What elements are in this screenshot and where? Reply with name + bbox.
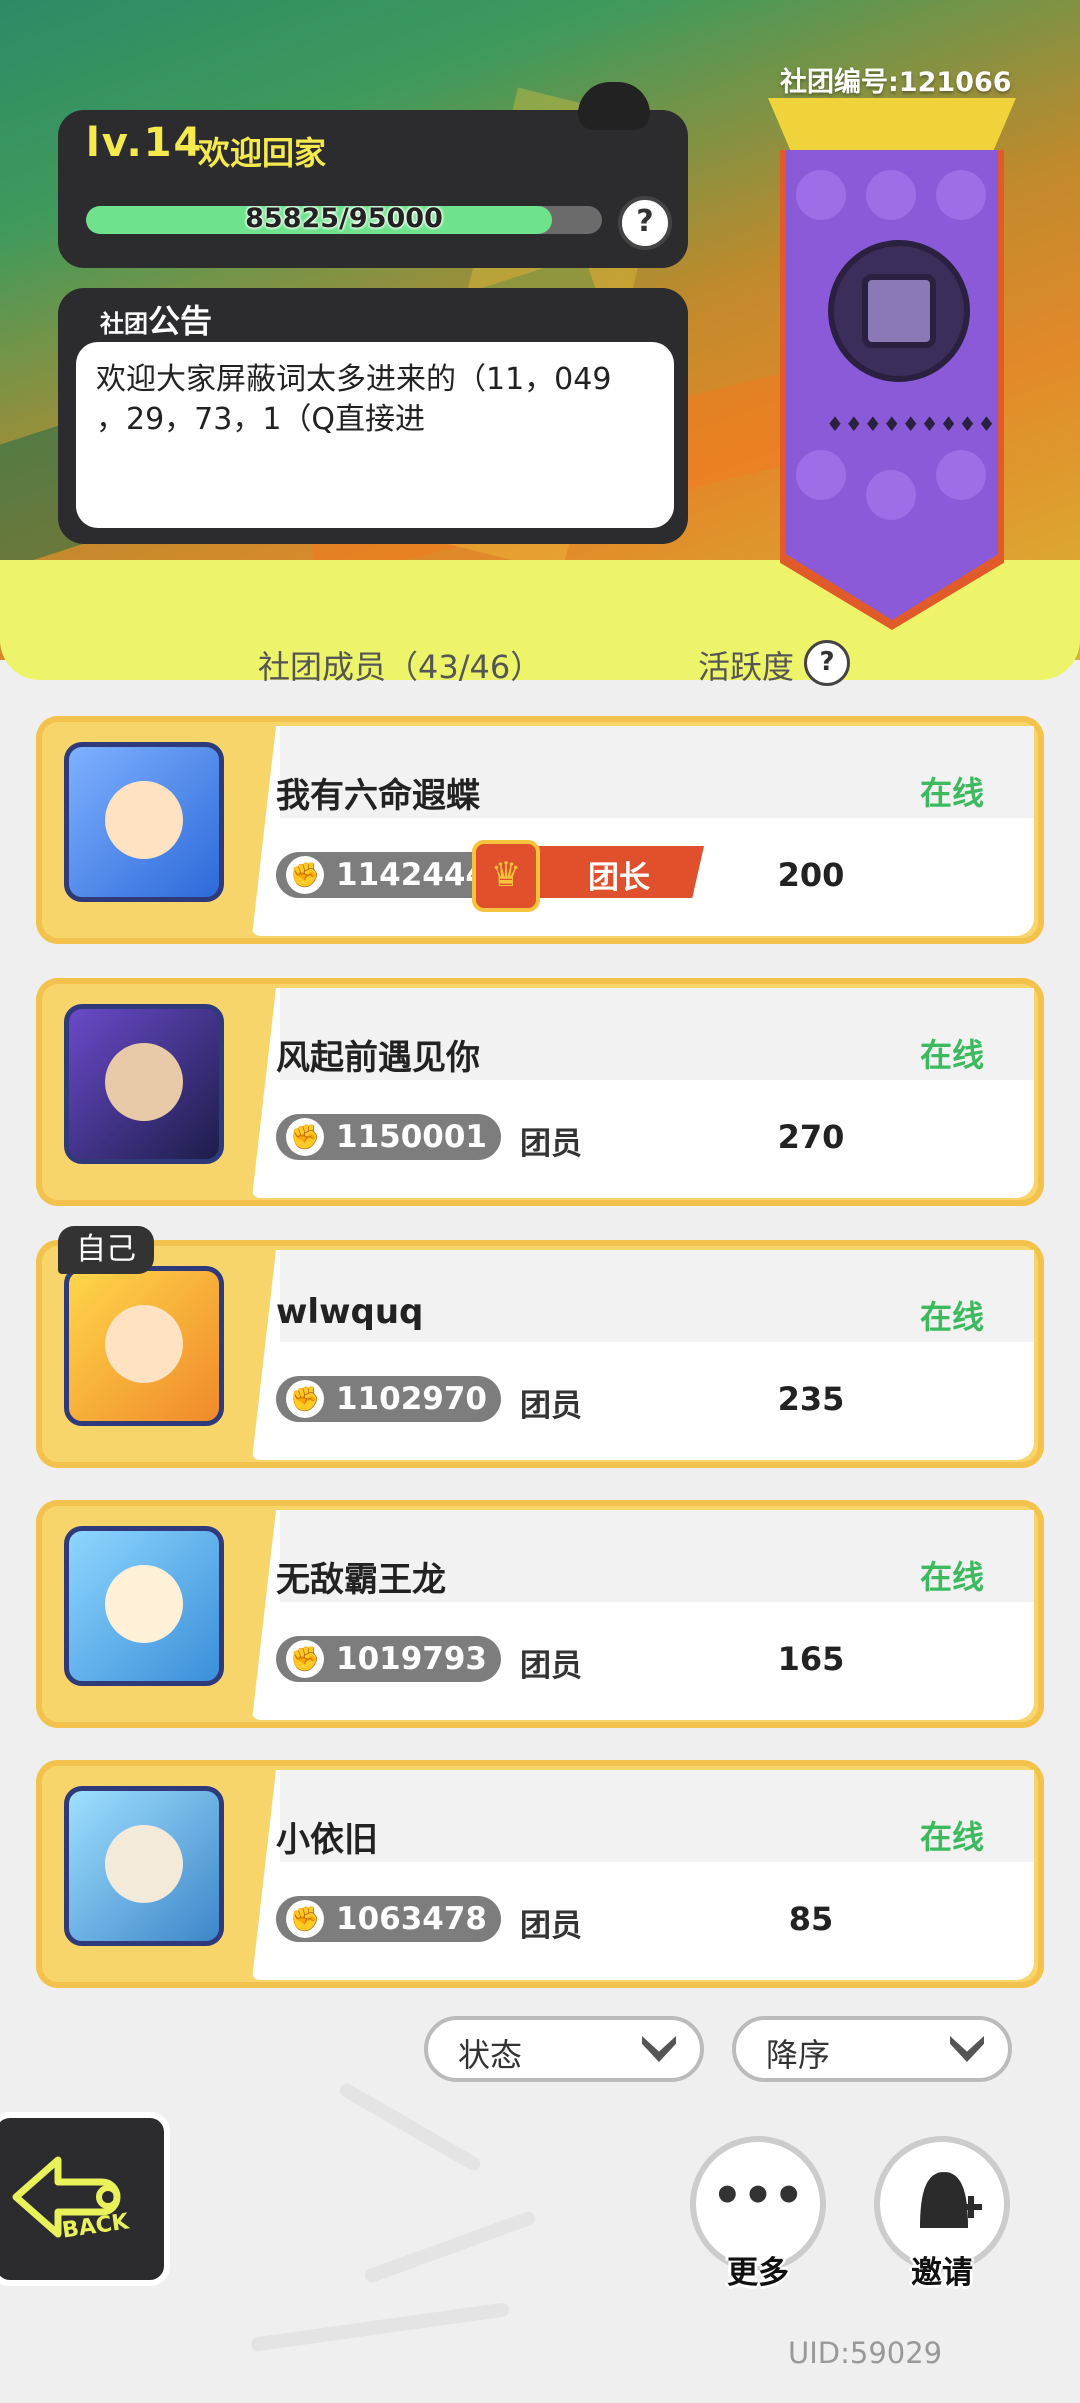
member-power-value: 1102970 (336, 1381, 487, 1417)
member-card[interactable]: 我有六命遐蝶 在线 ✊ 1142444 ♛ 团长 200 (36, 716, 1044, 944)
decorative-stroke (250, 2301, 510, 2353)
member-power: ✊ 1063478 (276, 1896, 501, 1942)
blob-mascot-icon (578, 82, 650, 130)
avatar[interactable] (64, 1004, 224, 1164)
member-role: 团长 (588, 860, 650, 896)
member-role: 团员 (520, 1648, 582, 1684)
club-emblem-icon (828, 240, 970, 382)
member-power: ✊ 1150001 (276, 1114, 501, 1160)
member-power-value: 1150001 (336, 1119, 487, 1155)
invite-person-icon (920, 2172, 982, 2228)
member-power-value: 1063478 (336, 1901, 487, 1937)
member-role: 团员 (520, 1126, 582, 1162)
member-power-value: 1142444 (336, 857, 487, 893)
notice-title: 社团公告 (100, 296, 212, 342)
member-role: 团员 (520, 1908, 582, 1944)
back-button[interactable]: BACK (0, 2112, 170, 2286)
member-card[interactable]: 无敌霸王龙 在线 ✊ 1019793 团员 165 (36, 1500, 1044, 1728)
member-card[interactable]: 风起前遇见你 在线 ✊ 1150001 团员 270 (36, 978, 1044, 1206)
member-card[interactable]: 小依旧 在线 ✊ 1063478 团员 85 (36, 1760, 1044, 1988)
self-tag: 自己 (58, 1226, 154, 1274)
member-status: 在线 (920, 774, 985, 812)
chevron-down-icon (642, 2036, 676, 2062)
member-card[interactable]: 自己 wlwquq 在线 ✊ 1102970 团员 235 (36, 1226, 1044, 1468)
more-dots-icon: ••• (711, 2168, 805, 2224)
more-button[interactable]: ••• 更多 (690, 2136, 826, 2291)
avatar[interactable] (64, 1526, 224, 1686)
notice-title-big: 公告 (148, 302, 213, 340)
fist-icon: ✊ (286, 1900, 324, 1938)
crown-icon: ♛ (472, 840, 540, 912)
member-status: 在线 (920, 1036, 985, 1074)
avatar[interactable] (64, 1786, 224, 1946)
banner-rod (768, 98, 1016, 156)
fist-icon: ✊ (286, 856, 324, 894)
member-name: 我有六命遐蝶 (276, 776, 480, 816)
exp-progress-bar: 85825/95000 (86, 206, 602, 234)
level-card: lv.14 欢迎回家 85825/95000 ? (58, 82, 688, 268)
club-id: 社团编号:121066 (780, 67, 1012, 98)
fist-icon: ✊ (286, 1380, 324, 1418)
member-activity: 85 (788, 1900, 834, 1938)
status-filter-label: 状态 (458, 2036, 523, 2074)
member-power: ✊ 1019793 (276, 1636, 501, 1682)
fist-icon: ✊ (286, 1640, 324, 1678)
exp-progress-text: 85825/95000 (245, 206, 443, 234)
member-status: 在线 (920, 1558, 985, 1596)
member-power: ✊ 1142444 (276, 852, 501, 898)
fist-icon: ✊ (286, 1118, 324, 1156)
avatar[interactable] (64, 1266, 224, 1426)
club-banner[interactable]: ♦♦♦♦♦♦♦♦♦♦ (786, 150, 998, 620)
member-status: 在线 (920, 1298, 985, 1336)
notice-title-small: 社团 (100, 310, 148, 338)
member-name: wlwquq (276, 1292, 424, 1332)
banner-ornament: ♦♦♦♦♦♦♦♦♦♦ (826, 412, 1016, 436)
member-status: 在线 (920, 1818, 985, 1856)
member-power: ✊ 1102970 (276, 1376, 501, 1422)
welcome-text: 欢迎回家 (198, 134, 327, 172)
activity-header[interactable]: 活跃度 (698, 642, 794, 688)
activity-help-icon[interactable]: ? (804, 640, 850, 686)
decorative-stroke (337, 2080, 483, 2174)
member-name: 小依旧 (276, 1820, 378, 1860)
member-activity: 270 (777, 1118, 845, 1156)
member-role: 团员 (520, 1388, 582, 1424)
avatar[interactable] (64, 742, 224, 902)
sort-order-dropdown[interactable]: 降序 (732, 2016, 1012, 2082)
decorative-stroke (363, 2209, 537, 2285)
member-power-value: 1019793 (336, 1641, 487, 1677)
member-activity: 200 (777, 856, 845, 894)
invite-label: 邀请 (911, 2255, 973, 2291)
status-filter-dropdown[interactable]: 状态 (424, 2016, 704, 2082)
invite-button[interactable]: 邀请 (874, 2136, 1010, 2291)
member-name: 风起前遇见你 (276, 1038, 480, 1078)
notice-card: 社团公告 欢迎大家屏蔽词太多进来的（11，049 ，29，73，1（Q直接进 (58, 288, 688, 544)
member-activity: 165 (777, 1640, 845, 1678)
notice-text: 欢迎大家屏蔽词太多进来的（11，049 ，29，73，1（Q直接进 (76, 342, 674, 528)
sort-order-label: 降序 (766, 2036, 831, 2074)
member-activity: 235 (777, 1380, 845, 1418)
more-label: 更多 (727, 2255, 789, 2291)
member-name: 无敌霸王龙 (276, 1560, 446, 1600)
members-count: 社团成员（43/46） (258, 648, 543, 686)
user-uid: UID:59029 (788, 2336, 943, 2370)
club-level: lv.14 (86, 120, 204, 166)
question-icon[interactable]: ? (618, 196, 672, 250)
chevron-down-icon (950, 2036, 984, 2062)
